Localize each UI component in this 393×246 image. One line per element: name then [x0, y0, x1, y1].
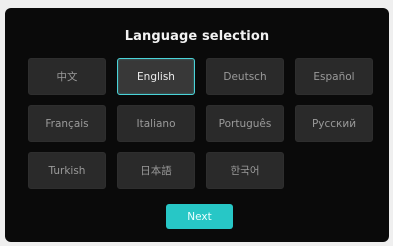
language-button-english[interactable]: English — [117, 58, 195, 95]
language-button-japanese[interactable]: 日本語 — [117, 152, 195, 189]
language-button-portuguese[interactable]: Português — [206, 105, 284, 142]
language-button-chinese[interactable]: 中文 — [28, 58, 106, 95]
language-button-french[interactable]: Français — [28, 105, 106, 142]
language-button-italian[interactable]: Italiano — [117, 105, 195, 142]
language-grid: 中文 English Deutsch Español Français Ital… — [28, 58, 373, 189]
language-button-turkish[interactable]: Turkish — [28, 152, 106, 189]
language-button-korean[interactable]: 한국어 — [206, 152, 284, 189]
next-button[interactable]: Next — [166, 204, 233, 229]
language-button-german[interactable]: Deutsch — [206, 58, 284, 95]
language-selection-screen: Language selection 中文 English Deutsch Es… — [5, 8, 389, 242]
page-title: Language selection — [124, 29, 270, 44]
language-button-russian[interactable]: Русский — [295, 105, 373, 142]
language-button-spanish[interactable]: Español — [295, 58, 373, 95]
